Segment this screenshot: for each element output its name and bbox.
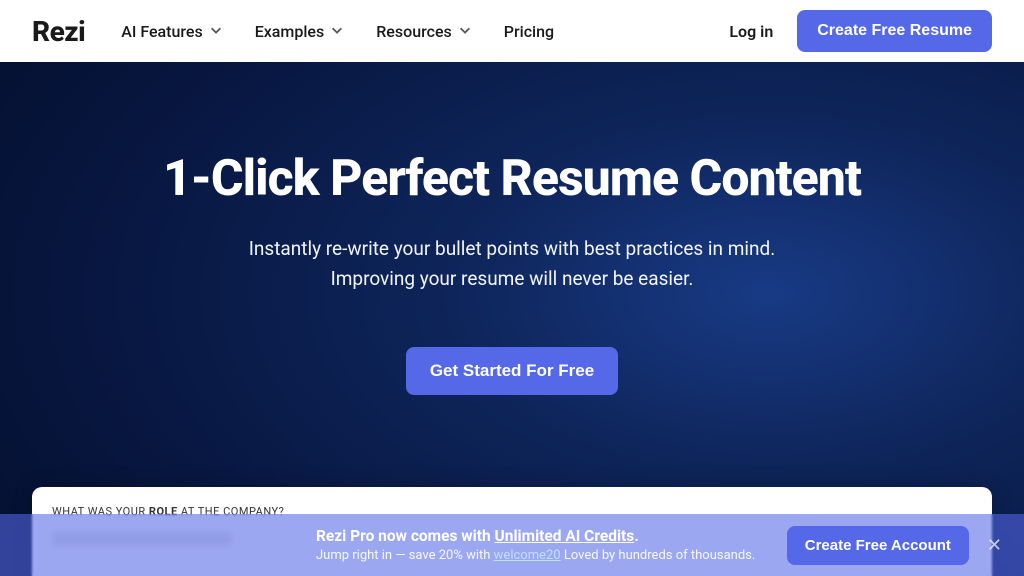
promo-banner: Rezi Pro now comes with Unlimited AI Cre… bbox=[0, 514, 1024, 576]
banner-title-underlined: Unlimited AI Credits bbox=[495, 527, 635, 545]
chevron-down-icon bbox=[209, 22, 223, 41]
nav-resources[interactable]: Resources bbox=[376, 22, 472, 41]
header-right: Log in Create Free Resume bbox=[729, 10, 992, 52]
banner-title: Rezi Pro now comes with Unlimited AI Cre… bbox=[316, 526, 755, 547]
nav-ai-features[interactable]: AI Features bbox=[121, 22, 223, 41]
banner-subtitle: Jump right in — save 20% with welcome20 … bbox=[316, 547, 755, 565]
nav-examples[interactable]: Examples bbox=[255, 22, 345, 41]
nav-pricing[interactable]: Pricing bbox=[504, 22, 554, 41]
banner-title-prefix: Rezi Pro now comes with bbox=[316, 527, 495, 545]
get-started-button[interactable]: Get Started For Free bbox=[406, 347, 618, 395]
banner-sub-prefix: Jump right in — save 20% with bbox=[316, 548, 494, 563]
banner-sub-suffix: Loved by hundreds of thousands. bbox=[561, 548, 756, 563]
banner-title-suffix: . bbox=[634, 527, 639, 545]
nav-label: Resources bbox=[376, 22, 452, 41]
site-header: Rezi AI Features Examples Resources Pric… bbox=[0, 0, 1024, 62]
nav-label: AI Features bbox=[121, 22, 203, 41]
create-resume-button[interactable]: Create Free Resume bbox=[797, 10, 992, 52]
main-nav: AI Features Examples Resources Pricing bbox=[121, 22, 554, 41]
header-left: Rezi AI Features Examples Resources Pric… bbox=[32, 15, 554, 48]
hero-section: 1-Click Perfect Resume Content Instantly… bbox=[0, 62, 1024, 576]
hero-content: 1-Click Perfect Resume Content Instantly… bbox=[0, 62, 1024, 395]
hero-subtitle: Instantly re-write your bullet points wi… bbox=[0, 234, 1024, 295]
hero-subtitle-line2: Improving your resume will never be easi… bbox=[0, 264, 1024, 294]
login-link[interactable]: Log in bbox=[729, 22, 773, 41]
create-free-account-button[interactable]: Create Free Account bbox=[787, 526, 969, 565]
close-icon[interactable]: ✕ bbox=[987, 535, 1002, 556]
chevron-down-icon bbox=[330, 22, 344, 41]
banner-right: Create Free Account ✕ bbox=[787, 526, 1002, 565]
hero-title: 1-Click Perfect Resume Content bbox=[0, 150, 1024, 208]
promo-code[interactable]: welcome20 bbox=[494, 548, 561, 563]
hero-subtitle-line1: Instantly re-write your bullet points wi… bbox=[0, 234, 1024, 264]
chevron-down-icon bbox=[458, 22, 472, 41]
banner-text: Rezi Pro now comes with Unlimited AI Cre… bbox=[316, 526, 755, 564]
nav-label: Examples bbox=[255, 22, 325, 41]
logo[interactable]: Rezi bbox=[32, 15, 85, 48]
nav-label: Pricing bbox=[504, 22, 554, 41]
